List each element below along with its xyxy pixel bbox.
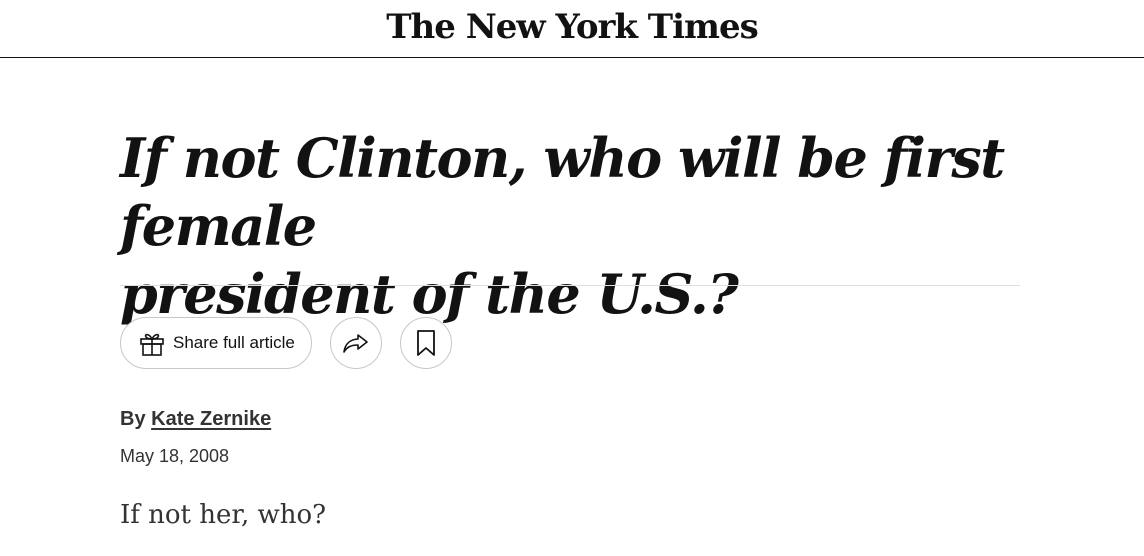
bookmark-icon (415, 329, 437, 357)
share-arrow-icon (341, 331, 371, 355)
masthead: The New York Times (0, 0, 1144, 58)
save-bookmark-button[interactable] (399, 317, 452, 369)
share-button[interactable] (329, 317, 382, 369)
gift-icon (137, 328, 167, 358)
nyt-logo[interactable]: The New York Times (386, 10, 759, 44)
article-headline: If not Clinton, who will be first female… (120, 124, 1020, 328)
share-full-article-label: Share full article (173, 333, 295, 352)
headline-line-1: If not Clinton, who will be first female (120, 126, 1005, 258)
author-link[interactable]: Kate Zernike (151, 408, 271, 430)
publish-date: May 18, 2008 (120, 446, 230, 466)
article-first-paragraph: If not her, who? (120, 500, 327, 530)
byline-prefix: By (120, 408, 146, 430)
headline-divider (120, 285, 1020, 286)
share-full-article-button[interactable]: Share full article (120, 317, 312, 369)
article-actions: Share full article (120, 317, 452, 369)
byline: By Kate Zernike (120, 408, 271, 431)
